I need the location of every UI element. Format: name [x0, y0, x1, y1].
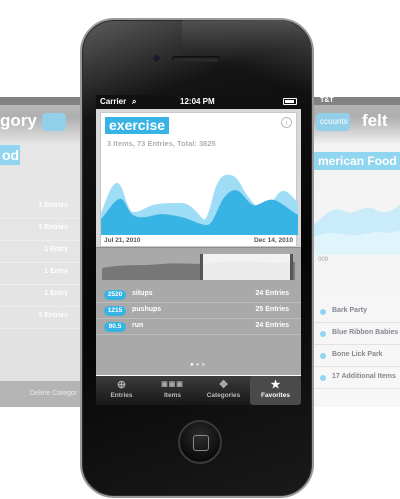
background-screen-left: gory od 3 Entries 3 Entries 1 Entry 1 En…: [0, 97, 80, 407]
abc-icon: ▣▣▣: [161, 381, 184, 388]
tab-favorites[interactable]: ★ Favorites: [250, 376, 301, 405]
list-item: 3 Entries: [0, 219, 80, 241]
category-chip: merican Food: [314, 152, 400, 170]
tab-label: Categories: [206, 392, 241, 399]
info-icon[interactable]: i: [281, 117, 292, 128]
category-chip: od: [0, 145, 20, 165]
screen-title: felt: [362, 111, 388, 130]
chart-date: 009: [318, 257, 329, 263]
category-title: exercise: [105, 117, 170, 134]
entry-total-badge: 90.5: [104, 322, 126, 332]
plus-icon: ⊕: [116, 379, 127, 391]
entry-name: situps: [132, 290, 153, 297]
entries-panel: 2520 situps 24 Entries 1215 pushups 25 E…: [96, 247, 301, 375]
background-screen-right: T&T ccounts felt merican Food 009 Bark P…: [314, 97, 400, 407]
list-item: 1 Entry: [0, 241, 80, 263]
list-item[interactable]: 2520 situps 24 Entries: [96, 287, 301, 303]
clock: 12:04 PM: [180, 97, 215, 106]
page-dot: ●: [201, 362, 207, 368]
entry-name: run: [132, 322, 144, 329]
toolbar-button: [42, 113, 66, 131]
list-item: 1 Entry: [0, 263, 80, 285]
chart-start-date: Jul 21, 2010: [104, 237, 141, 244]
back-button: ccounts: [316, 113, 350, 131]
entry-name: pushups: [132, 306, 162, 313]
entry-count: 24 Entries: [255, 322, 289, 329]
tab-bar: ⊕ Entries ▣▣▣ Items ❖ Categories ★ Favor…: [96, 376, 301, 405]
wifi-icon: ⌕: [132, 97, 137, 106]
page-indicator[interactable]: ●●●: [96, 362, 301, 368]
list-item: Bark Party: [314, 301, 400, 323]
activity-chart: [101, 174, 298, 235]
delete-category-bar: Delete Categor: [0, 381, 80, 407]
tags-icon: ❖: [218, 379, 229, 391]
chart-end-date: Dec 14, 2010: [253, 237, 293, 244]
list-item: 17 Additional Items: [314, 367, 400, 389]
list-item: Blue Ribbon Babies: [314, 323, 400, 345]
list-item: 1 Entry: [0, 285, 80, 307]
front-camera: [152, 54, 161, 63]
entry-total-badge: 2520: [104, 290, 126, 300]
tab-items[interactable]: ▣▣▣ Items: [147, 376, 198, 405]
list-item[interactable]: 90.5 run 24 Entries: [96, 319, 301, 335]
battery-icon: [283, 98, 297, 105]
tab-label: Entries: [110, 392, 133, 399]
tab-label: Favorites: [261, 392, 290, 399]
status-bar: T&T: [314, 97, 400, 105]
list-item: 3 Entries: [0, 307, 80, 329]
list-item: 3 Entries: [0, 197, 80, 219]
tab-label: Items: [164, 392, 181, 399]
timeline-scrubber[interactable]: [102, 254, 295, 280]
home-button[interactable]: [178, 420, 222, 464]
carrier-label: Carrier: [100, 97, 127, 106]
status-bar: [0, 97, 80, 105]
star-icon: ★: [270, 379, 281, 391]
earpiece-speaker: [172, 56, 220, 62]
status-bar: Carrier ⌕ 12:04 PM: [96, 95, 301, 109]
phone-screen: Carrier ⌕ 12:04 PM exercise i 3 Items, 7…: [96, 95, 301, 405]
tab-entries[interactable]: ⊕ Entries: [96, 376, 147, 405]
entry-total-badge: 1215: [104, 306, 126, 316]
list-item: Bone Lick Park: [314, 345, 400, 367]
entries-list: 2520 situps 24 Entries 1215 pushups 25 E…: [96, 287, 301, 335]
entry-count: 24 Entries: [255, 290, 289, 297]
tab-categories[interactable]: ❖ Categories: [198, 376, 249, 405]
list-item[interactable]: 1215 pushups 25 Entries: [96, 303, 301, 319]
screen-title: gory: [0, 111, 37, 130]
background-chart: [314, 205, 400, 255]
category-card[interactable]: exercise i 3 Items, 73 Entries, Total: 3…: [100, 112, 298, 247]
entry-count: 25 Entries: [255, 306, 289, 313]
range-selector-handle[interactable]: [200, 254, 293, 280]
category-summary: 3 Items, 73 Entries, Total: 3825: [107, 139, 216, 148]
